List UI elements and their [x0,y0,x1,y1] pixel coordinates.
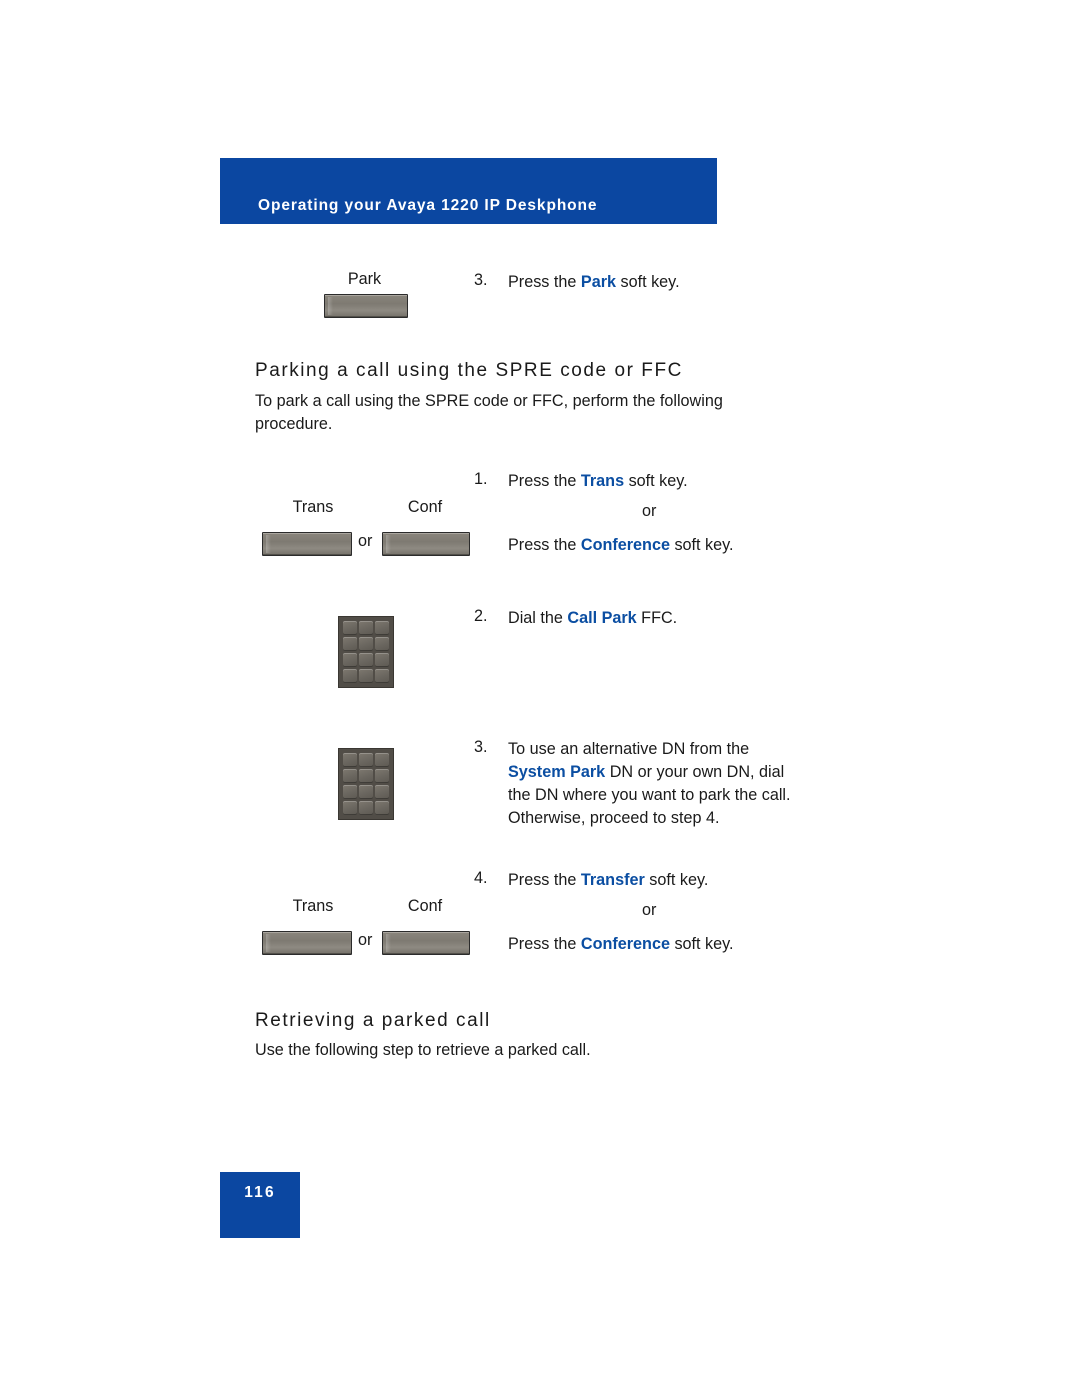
step4-line1-keyword: Transfer [580,871,645,889]
park-softkey-button[interactable] [324,294,408,318]
keypad-key-6[interactable] [375,637,389,651]
keypad-key-2[interactable] [359,753,373,767]
step1-or-separator: or [642,502,657,520]
keypad-key-7[interactable] [343,653,357,667]
keypad-key-1[interactable] [343,753,357,767]
keypad-key-pound[interactable] [375,801,389,815]
keypad-key-9[interactable] [375,785,389,799]
step4-number: 4. [474,869,488,887]
page-header-banner: Operating your Avaya 1220 IP Deskphone [220,158,717,224]
keypad-key-6[interactable] [375,769,389,783]
step4-line1-before: Press the [508,871,581,889]
step1-line2-before: Press the [508,536,581,554]
step1-keys-or-separator: or [358,532,373,550]
section-intro-spre-line1: To park a call using the SPRE code or FF… [255,392,723,410]
section-intro-spre-line2: procedure. [255,415,333,433]
park-step-keyword: Park [580,273,616,291]
keypad-key-2[interactable] [359,621,373,635]
step1-trans-softkey-label: Trans [292,498,334,516]
step4-or-separator: or [642,901,657,919]
keypad-key-5[interactable] [359,637,373,651]
step1-trans-softkey-button[interactable] [262,532,352,556]
keypad-key-4[interactable] [343,769,357,783]
step1-line1-keyword: Trans [580,472,625,490]
section-heading-retrieve: Retrieving a parked call [255,1010,491,1031]
step1-line1: Press the Trans soft key. [508,470,838,493]
keypad-key-star[interactable] [343,669,357,683]
dialpad-keypad-step3[interactable] [338,748,394,820]
step4-line2-keyword: Conference [580,935,670,953]
keypad-key-1[interactable] [343,621,357,635]
keypad-key-4[interactable] [343,637,357,651]
park-step-text: Press the Park soft key. [508,271,838,294]
document-page: Operating your Avaya 1220 IP Deskphone P… [0,0,1080,1397]
park-step-number: 3. [474,271,488,289]
step4-trans-softkey-label: Trans [292,897,334,915]
keypad-key-0[interactable] [359,669,373,683]
dialpad-keypad-step2[interactable] [338,616,394,688]
step1-line1-after: soft key. [624,472,688,490]
step4-line2-after: soft key. [669,935,734,953]
step4-line2-before: Press the [508,935,581,953]
step1-line2-keyword: Conference [580,536,670,554]
page-number: 116 [244,1184,276,1201]
keypad-key-star[interactable] [343,801,357,815]
keypad-key-0[interactable] [359,801,373,815]
step4-trans-softkey-button[interactable] [262,931,352,955]
step1-number: 1. [474,470,488,488]
step4-keys-or-separator: or [358,931,373,949]
keypad-key-8[interactable] [359,653,373,667]
step2-text: Dial the Call Park FFC. [508,607,838,630]
keypad-key-9[interactable] [375,653,389,667]
keypad-key-3[interactable] [375,753,389,767]
keypad-key-8[interactable] [359,785,373,799]
step4-line1-after: soft key. [644,871,709,889]
park-step-text-after: soft key. [616,273,680,291]
step3-line2-after: DN or your own DN, dial [605,763,785,781]
step1-line1-before: Press the [508,472,581,490]
page-header-title: Operating your Avaya 1220 IP Deskphone [258,197,598,214]
park-softkey-label: Park [347,270,382,288]
section-intro-retrieve: Use the following step to retrieve a par… [255,1041,591,1059]
step3-line1: To use an alternative DN from the [508,740,750,758]
step3-text: To use an alternative DN from the System … [508,738,858,830]
step3-line4: Otherwise, proceed to step 4. [508,809,720,827]
step2-number: 2. [474,607,488,625]
park-step-text-before: Press the [508,273,581,291]
step1-line2-after: soft key. [669,536,734,554]
step3-line2-keyword: System Park [508,763,606,781]
keypad-key-3[interactable] [375,621,389,635]
step3-line3: the DN where you want to park the call. [508,786,791,804]
section-intro-spre: To park a call using the SPRE code or FF… [255,390,815,436]
step4-conf-softkey-button[interactable] [382,931,470,955]
step2-keyword: Call Park [567,609,637,627]
keypad-key-7[interactable] [343,785,357,799]
page-footer-box: 116 [220,1172,300,1238]
step4-conf-softkey-label: Conf [407,897,443,915]
keypad-key-pound[interactable] [375,669,389,683]
step3-number: 3. [474,738,488,756]
step2-text-before: Dial the [508,609,568,627]
step1-conf-softkey-label: Conf [407,498,443,516]
step2-text-after: FFC. [636,609,678,627]
step1-conf-softkey-button[interactable] [382,532,470,556]
step4-line1: Press the Transfer soft key. [508,869,838,892]
step1-line2: Press the Conference soft key. [508,534,848,557]
step4-line2: Press the Conference soft key. [508,933,848,956]
section-heading-spre: Parking a call using the SPRE code or FF… [255,360,683,381]
keypad-key-5[interactable] [359,769,373,783]
